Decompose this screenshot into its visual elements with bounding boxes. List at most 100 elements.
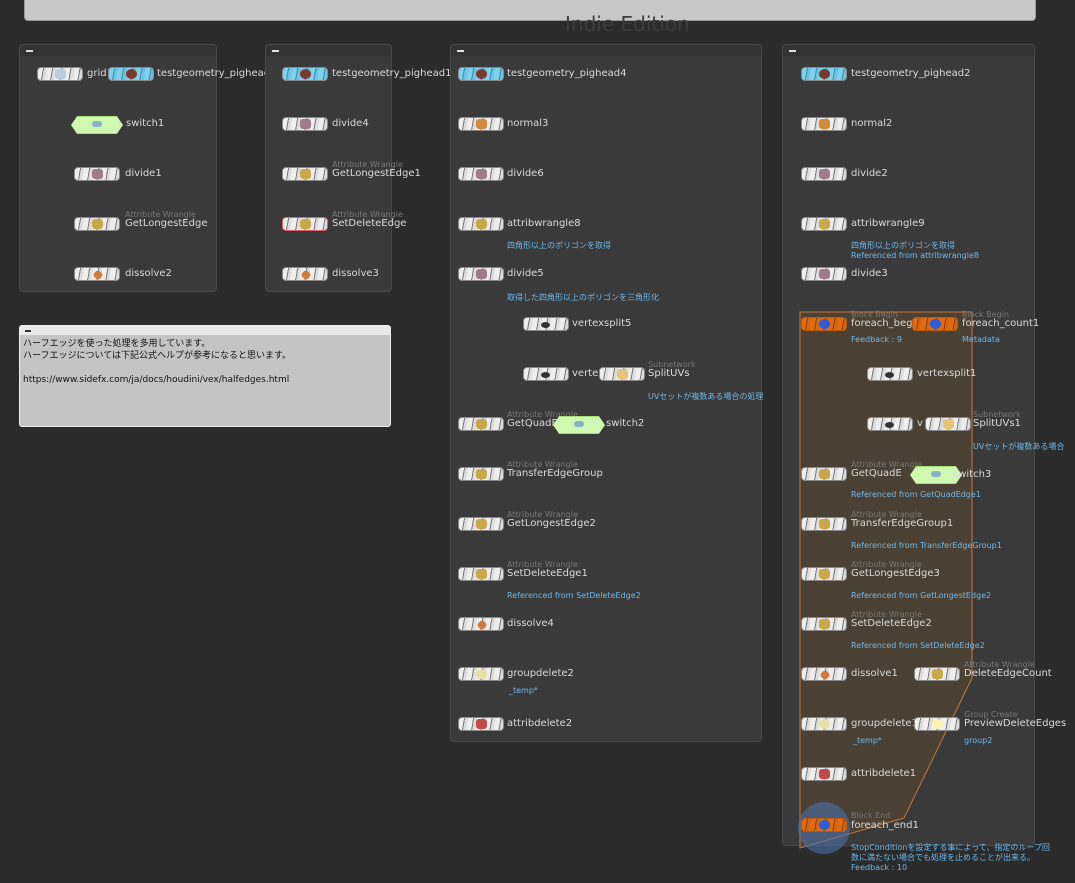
label-switch3: switch3 [953, 469, 992, 480]
node-attribdelete1[interactable] [801, 767, 847, 781]
groupcreate-icon [932, 719, 943, 729]
node-transferedgegroup[interactable] [458, 467, 504, 481]
node-testgeometry-pighead3[interactable] [108, 67, 154, 81]
label-splituvs: SplitUVs [648, 368, 690, 379]
label-divide2: divide2 [851, 168, 888, 179]
divide-icon [476, 269, 487, 279]
ref-transferedgegroup1: Referenced from TransferEdgeGroup1 [851, 541, 1002, 550]
node-dissolve1[interactable] [801, 667, 847, 681]
collapse-icon[interactable] [25, 330, 31, 332]
node-getlongestedge[interactable] [74, 217, 120, 231]
node-foreach-end1[interactable] [801, 818, 847, 832]
groupdelete-icon [819, 719, 830, 729]
node-testgeometry-pighead1[interactable] [282, 67, 328, 81]
note-line-1: ハーフエッジを使った処理を多用しています。 [23, 339, 211, 349]
sticky-note[interactable]: ハーフエッジを使った処理を多用しています。 ハーフエッジについては下記公式ヘルプ… [19, 325, 391, 427]
label-previewdeleteedges: PreviewDeleteEdges [964, 718, 1067, 729]
node-dissolve4[interactable] [458, 617, 504, 631]
comment-attribwrangle8: 四角形以上のポリゴンを取得 [507, 241, 611, 250]
node-divide1[interactable] [74, 167, 120, 181]
node-splituvs[interactable] [599, 367, 645, 381]
pighead-icon [476, 69, 487, 79]
node-divide5[interactable] [458, 267, 504, 281]
node-normal3[interactable] [458, 117, 504, 131]
node-groupdelete1[interactable] [801, 717, 847, 731]
node-getlongestedge1[interactable] [282, 167, 328, 181]
node-divide6[interactable] [458, 167, 504, 181]
label-normal2: normal2 [851, 118, 893, 129]
node-getquadedge[interactable] [458, 417, 504, 431]
node-divide3[interactable] [801, 267, 847, 281]
node-grid1[interactable] [37, 67, 83, 81]
node-getlongestedge2[interactable] [458, 517, 504, 531]
node-normal2[interactable] [801, 117, 847, 131]
node-vertexsplit2[interactable] [867, 417, 913, 431]
top-panel [24, 0, 1036, 21]
node-attribdelete2[interactable] [458, 717, 504, 731]
node-attribwrangle9[interactable] [801, 217, 847, 231]
node-switch2[interactable] [553, 416, 605, 434]
node-splituvs1[interactable] [925, 417, 971, 431]
divide-icon [476, 169, 487, 179]
collapse-icon[interactable] [26, 50, 33, 52]
label-vertexsplit5: vertexsplit5 [572, 318, 632, 329]
pighead-icon [126, 69, 137, 79]
label-getquadedge1: GetQuadE [851, 468, 902, 479]
ref-getquadedge1: Referenced from GetQuadEdge1 [851, 490, 981, 499]
vertexsplit-icon [885, 422, 894, 428]
note-url[interactable]: https://www.sidefx.com/ja/docs/houdini/v… [20, 374, 390, 386]
wrangle-icon [476, 219, 487, 229]
dissolve-icon [92, 269, 104, 281]
node-vertexsplit6[interactable] [523, 367, 569, 381]
grid-icon [55, 69, 66, 79]
groupdelete-icon [476, 669, 487, 679]
edition-watermark: Indie Edition [565, 12, 690, 36]
node-setdeleteedge1[interactable] [458, 567, 504, 581]
ref-setdeleteedge2: Referenced from SetDeleteEdge2 [851, 641, 985, 650]
node-setdeleteedge[interactable] [282, 217, 328, 231]
node-getlongestedge3[interactable] [801, 567, 847, 581]
label-getlongestedge3: GetLongestEdge3 [851, 568, 940, 579]
label-attribwrangle8: attribwrangle8 [507, 218, 581, 229]
label-divide3: divide3 [851, 268, 888, 279]
node-dissolve2[interactable] [74, 267, 120, 281]
node-divide4[interactable] [282, 117, 328, 131]
node-previewdeleteedges[interactable] [914, 717, 960, 731]
node-switch1[interactable] [71, 116, 123, 134]
node-groupdelete2[interactable] [458, 667, 504, 681]
comment-previewdeleteedges: group2 [964, 736, 993, 745]
collapse-icon[interactable] [457, 50, 464, 52]
ref-getlongestedge3: Referenced from GetLongestEdge2 [851, 591, 992, 600]
label-setdeleteedge: SetDeleteEdge [332, 218, 407, 229]
node-getquadedge1[interactable] [801, 467, 847, 481]
node-transferedgegroup1[interactable] [801, 517, 847, 531]
vertexsplit-icon [541, 322, 550, 328]
switch-icon [574, 421, 584, 427]
collapse-icon[interactable] [272, 50, 279, 52]
node-testgeometry-pighead2[interactable] [801, 67, 847, 81]
label-dissolve2: dissolve2 [125, 268, 172, 279]
node-attribwrangle8[interactable] [458, 217, 504, 231]
label-divide4: divide4 [332, 118, 369, 129]
label-dissolve3: dissolve3 [332, 268, 379, 279]
label-vertexsplit2: v [917, 418, 923, 429]
node-vertexsplit1[interactable] [867, 367, 913, 381]
label-attribwrangle9: attribwrangle9 [851, 218, 925, 229]
node-foreach-count1[interactable] [912, 317, 958, 331]
node-deleteedgecount[interactable] [914, 667, 960, 681]
node-setdeleteedge2[interactable] [801, 617, 847, 631]
node-divide2[interactable] [801, 167, 847, 181]
label-setdeleteedge1: SetDeleteEdge1 [507, 568, 588, 579]
collapse-icon[interactable] [789, 50, 796, 52]
wrangle-icon [819, 519, 830, 529]
node-foreach-begin1[interactable] [801, 317, 847, 331]
dissolve-icon [476, 619, 488, 631]
node-dissolve3[interactable] [282, 267, 328, 281]
wrangle-icon [476, 469, 487, 479]
foreach-icon [930, 319, 941, 329]
wrangle-icon [92, 219, 103, 229]
node-vertexsplit5[interactable] [523, 317, 569, 331]
label-dissolve1: dissolve1 [851, 668, 898, 679]
node-testgeometry-pighead4[interactable] [458, 67, 504, 81]
vertexsplit-icon [885, 372, 894, 378]
